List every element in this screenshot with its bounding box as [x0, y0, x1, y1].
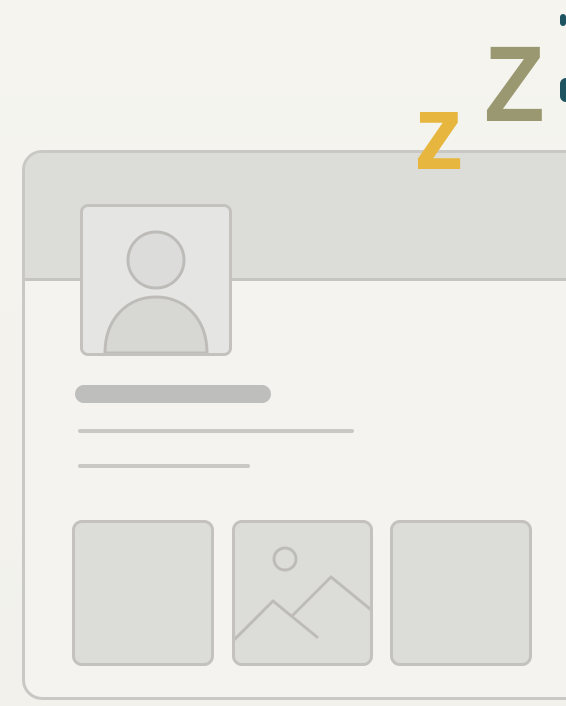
profile-card — [22, 150, 566, 700]
user-placeholder-icon — [80, 204, 232, 356]
text-skeleton-line-1 — [78, 429, 354, 433]
image-placeholder-icon — [232, 520, 373, 666]
idle-profile-illustration: z Z — [0, 0, 566, 706]
sleep-z-small: z — [414, 71, 464, 192]
gallery-thumbnail-3 — [390, 520, 532, 666]
sleep-z-large: Z — [484, 23, 545, 144]
edge-accent-middle — [560, 78, 566, 102]
edge-accent-top — [560, 14, 566, 26]
name-skeleton — [75, 385, 271, 403]
gallery-thumbnail-1 — [72, 520, 214, 666]
text-skeleton-line-2 — [78, 464, 250, 468]
